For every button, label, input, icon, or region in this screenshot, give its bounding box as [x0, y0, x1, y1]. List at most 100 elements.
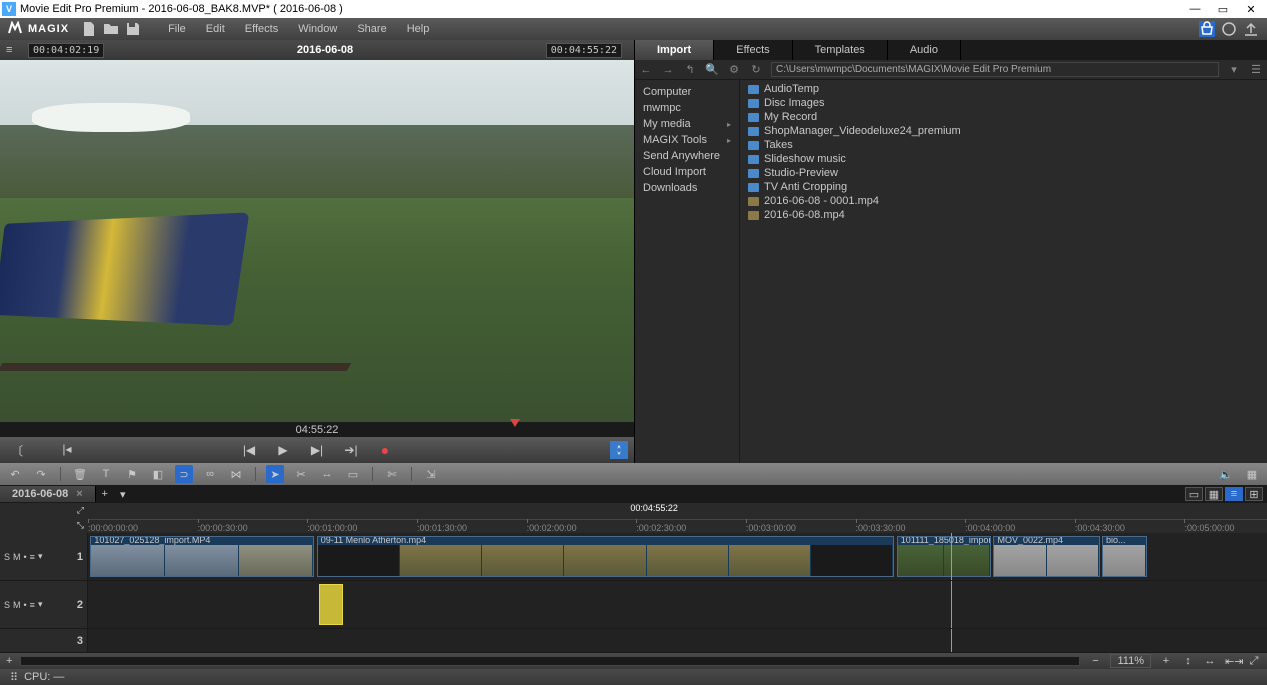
ruler-zoom-icon[interactable]: ⤢	[77, 505, 84, 516]
track-flag-button[interactable]: M	[13, 600, 21, 610]
path-field[interactable]: C:\Users\mwmpc\Documents\MAGIX\Movie Edi…	[771, 62, 1219, 77]
track-flag-button[interactable]: M	[13, 552, 21, 562]
zoom-all-v-icon[interactable]: ⤢	[1247, 655, 1261, 668]
nav-fwd-icon[interactable]: →	[661, 64, 675, 76]
video-clip[interactable]: bio...	[1102, 536, 1147, 577]
tab-audio[interactable]: Audio	[888, 40, 961, 60]
tree-item[interactable]: Cloud Import	[635, 164, 739, 180]
file-item[interactable]: Slideshow music	[740, 152, 1267, 166]
audio-clip[interactable]	[319, 584, 343, 625]
tree-item[interactable]: MAGIX Tools▸	[635, 132, 739, 148]
file-item[interactable]: ShopManager_Videodeluxe24_premium	[740, 124, 1267, 138]
play-button[interactable]: ▶	[274, 443, 292, 457]
tree-item[interactable]: Downloads	[635, 180, 739, 196]
marker-flag-icon[interactable]: ⚑	[123, 465, 141, 483]
tree-item[interactable]: Send Anywhere	[635, 148, 739, 164]
undo-button[interactable]: ↶	[6, 465, 24, 483]
out-marker-icon[interactable]	[510, 419, 520, 427]
title-button[interactable]: T	[97, 465, 115, 483]
video-clip[interactable]: 101111_185018_impor...	[897, 536, 991, 577]
pointer-tool[interactable]: ➤	[266, 465, 284, 483]
next-marker-button[interactable]: ▶|	[308, 443, 326, 457]
track-flag-button[interactable]: S	[4, 552, 10, 562]
nav-back-icon[interactable]: ←	[639, 64, 653, 76]
zoom-in-button[interactable]: +	[1159, 655, 1173, 667]
zoom-percent[interactable]: 111%	[1110, 654, 1151, 668]
video-clip[interactable]: 101027_025128_import.MP4	[90, 536, 314, 577]
timecode-in[interactable]: 00:04:02:19	[28, 43, 104, 58]
video-clip[interactable]: MOV_0022.mp4	[993, 536, 1099, 577]
track-flag-button[interactable]: ≡	[30, 552, 35, 562]
delete-button[interactable]: 🗑	[71, 465, 89, 483]
open-folder-icon[interactable]	[103, 21, 119, 37]
prev-frame-button[interactable]: |◀	[240, 443, 258, 457]
track-flag-button[interactable]: •	[24, 552, 27, 562]
chapter-icon[interactable]: ◧	[149, 465, 167, 483]
menu-share[interactable]: Share	[350, 23, 393, 35]
preview-viewport[interactable]	[0, 60, 634, 422]
menu-help[interactable]: Help	[400, 23, 437, 35]
goto-end-button[interactable]: ➔|	[342, 443, 360, 457]
track-lane[interactable]	[88, 629, 1267, 652]
new-file-icon[interactable]	[81, 21, 97, 37]
tab-dropdown-icon[interactable]: ▾	[114, 488, 132, 501]
view-scene[interactable]: ▦	[1205, 487, 1223, 501]
menu-file[interactable]: File	[161, 23, 193, 35]
playhead[interactable]	[951, 581, 952, 628]
track-lane[interactable]	[88, 581, 1267, 628]
file-item[interactable]: Takes	[740, 138, 1267, 152]
track-flag-button[interactable]: •	[24, 600, 27, 610]
tab-import[interactable]: Import	[635, 40, 714, 60]
view-storyboard[interactable]: ▭	[1185, 487, 1203, 501]
cut-tool[interactable]: ✂	[292, 465, 310, 483]
fit-width-button[interactable]: ⇲	[422, 465, 440, 483]
tree-item[interactable]: mwmpc	[635, 100, 739, 116]
zoom-all-h-icon[interactable]: ⇤⇥	[1225, 655, 1239, 668]
track-lane[interactable]: 101027_025128_import.MP409-11 Menlo Athe…	[88, 533, 1267, 580]
file-item[interactable]: Disc Images	[740, 96, 1267, 110]
refresh-icon[interactable]: ↻	[749, 63, 763, 76]
file-item[interactable]: AudioTemp	[740, 82, 1267, 96]
track-flag-button[interactable]: S	[4, 600, 10, 610]
redo-button[interactable]: ↷	[32, 465, 50, 483]
file-item[interactable]: TV Anti Cropping	[740, 180, 1267, 194]
path-dropdown-icon[interactable]: ▾	[1227, 63, 1241, 76]
preview-scrubber[interactable]: 04:55:22	[0, 422, 634, 437]
stretch-tool[interactable]: ↔	[318, 465, 336, 483]
export-icon[interactable]	[1243, 21, 1259, 37]
maximize-button[interactable]: ▭	[1209, 3, 1237, 16]
mark-in-button[interactable]: 〔	[8, 442, 26, 459]
preview-menu-icon[interactable]: ≡	[6, 44, 22, 56]
mute-icon[interactable]: 🔈	[1217, 465, 1235, 483]
info-icon[interactable]	[1221, 21, 1237, 37]
tree-item[interactable]: Computer	[635, 84, 739, 100]
minimize-button[interactable]: —	[1181, 3, 1209, 15]
goto-in-button[interactable]: |◂	[58, 442, 76, 459]
menu-edit[interactable]: Edit	[199, 23, 232, 35]
record-button[interactable]: ●	[376, 442, 394, 458]
menu-effects[interactable]: Effects	[238, 23, 285, 35]
add-tab-button[interactable]: +	[96, 488, 114, 500]
track-flag-button[interactable]: ▾	[38, 599, 43, 610]
shop-icon[interactable]	[1199, 21, 1215, 37]
view-list-icon[interactable]: ☰	[1249, 63, 1263, 76]
slice-tool[interactable]: ✄	[383, 465, 401, 483]
options-gear-icon[interactable]: ⚙	[727, 63, 741, 76]
file-item[interactable]: Studio-Preview	[740, 166, 1267, 180]
magnet-button[interactable]: ⊃	[175, 465, 193, 483]
view-timeline[interactable]: ≡	[1225, 487, 1243, 501]
zoom-vert-icon[interactable]: ↕	[1181, 655, 1195, 667]
tab-templates[interactable]: Templates	[793, 40, 888, 60]
insert-tool[interactable]: ▭	[344, 465, 362, 483]
view-multicam[interactable]: ⊞	[1245, 487, 1263, 501]
nav-up-icon[interactable]: ↰	[683, 63, 697, 76]
file-item[interactable]: 2016-06-08 - 0001.mp4	[740, 194, 1267, 208]
tab-close-icon[interactable]: ×	[76, 488, 82, 500]
ruler-lock-icon[interactable]: ⤡	[77, 520, 84, 531]
timecode-out[interactable]: 00:04:55:22	[546, 43, 622, 58]
timeline-scrollbar[interactable]	[20, 656, 1080, 666]
time-ruler[interactable]: 00:04:55:22 :00:00:00:00:00:00:30:00:00:…	[88, 503, 1267, 533]
save-icon[interactable]	[125, 21, 141, 37]
track-flag-button[interactable]: ≡	[30, 600, 35, 610]
menu-window[interactable]: Window	[291, 23, 344, 35]
